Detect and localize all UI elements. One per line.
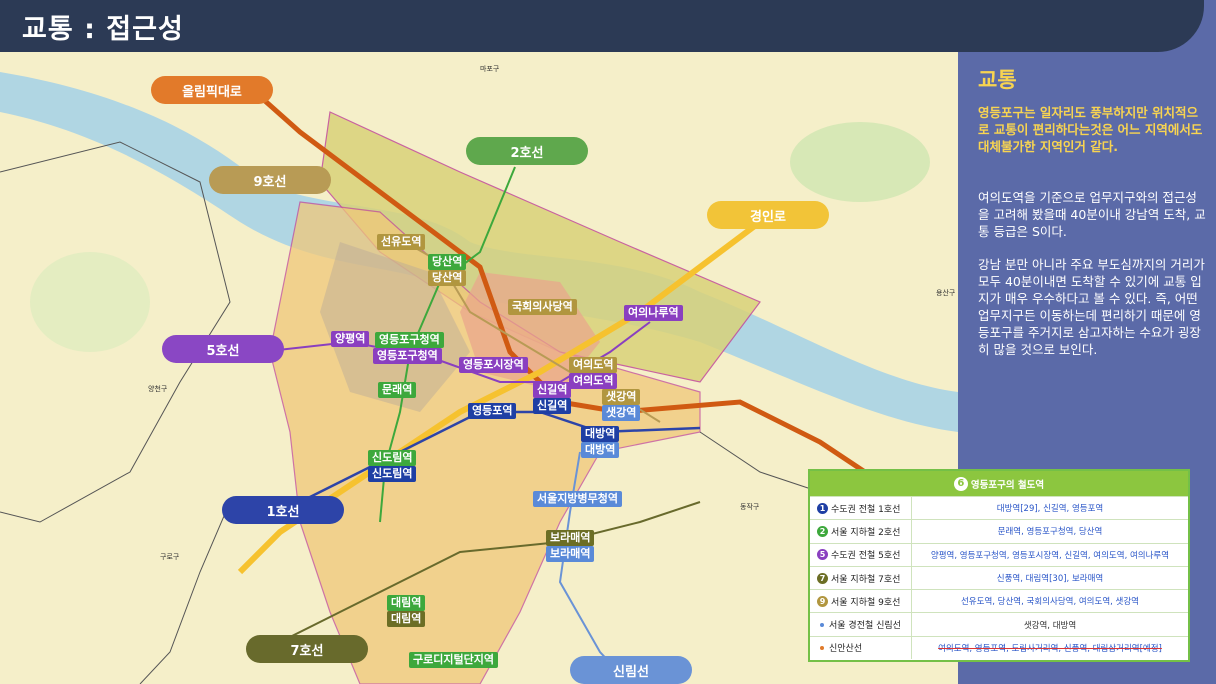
station-label: 당산역 — [428, 270, 467, 286]
station-label: 신도림역 — [368, 466, 417, 482]
station-list: 문래역, 영등포구청역, 당산역 — [997, 527, 1103, 538]
table-body: 1 수도권 전철 1호선 대방역[29], 신길역, 영등포역 2 서울 지하철 2호선… — [810, 496, 1188, 660]
table-header: 6 영등포구의 철도역 — [810, 471, 1188, 496]
line-name: 수도권 전철 5호선 — [831, 551, 901, 562]
railway-station-table: 6 영등포구의 철도역 1 수도권 전철 1호선 대방역[29], 신길역, 영등포… — [808, 469, 1190, 662]
line-name: 서울 경전철 신림선 — [829, 621, 901, 632]
station-label: 보라매역 — [546, 530, 595, 546]
place-label-mapo: 마포구 — [480, 65, 500, 73]
line-name: 서울 지하철 9호선 — [831, 597, 901, 608]
header-bar: 교통 : 접근성 — [0, 0, 1216, 52]
station-label: 신길역 — [533, 398, 572, 414]
route-pill-gyeongin-road: 경인로 — [707, 201, 829, 229]
station-label: 서울지방병무청역 — [533, 491, 622, 507]
table-row-line-label: 1 수도권 전철 1호선 — [810, 497, 912, 520]
route-pill-line-1: 1호선 — [222, 496, 344, 524]
table-row: 7 서울 지하철 7호선 신풍역, 대림역[30], 보라매역 — [810, 565, 1188, 590]
station-label: 영등포역 — [468, 403, 517, 419]
station-label: 여의나루역 — [624, 305, 683, 321]
station-label: 영등포시장역 — [459, 357, 528, 373]
station-list: 여의도역, 영등포역, 도림사거리역, 신풍역, 대림삼거리역[예정] — [938, 643, 1162, 654]
station-label: 대림역 — [387, 611, 426, 627]
sidebar-highlight-text: 영등포구는 일자리도 풍부하지만 위치적으로 교통이 편리하다는것은 어느 지역… — [978, 105, 1203, 154]
station-label: 영등포구청역 — [375, 332, 444, 348]
line-number-badge-icon: 2 — [817, 525, 828, 537]
station-label: 당산역 — [428, 254, 467, 270]
station-label: 국회의사당역 — [508, 299, 577, 315]
station-list: 샛강역, 대방역 — [1023, 620, 1077, 631]
table-row: 신안산선 여의도역, 영등포역, 도림사거리역, 신풍역, 대림삼거리역[예정] — [810, 635, 1188, 660]
place-label-guro: 구로구 — [160, 553, 180, 561]
station-label: 양평역 — [331, 331, 370, 347]
line-name: 수도권 전철 1호선 — [831, 504, 901, 515]
line-number-badge-icon: 7 — [817, 572, 828, 584]
station-label: 신도림역 — [368, 450, 417, 466]
route-pill-line-7: 7호선 — [246, 635, 368, 663]
place-label-dongjak: 동작구 — [740, 503, 760, 511]
table-header-title: 영등포구의 철도역 — [970, 479, 1045, 491]
header-tab: 교통 : 접근성 — [0, 0, 1204, 52]
route-pill-line-9: 9호선 — [209, 166, 331, 194]
route-pill-line-5: 5호선 — [162, 335, 284, 363]
table-row: 9 서울 지하철 9호선 선유도역, 당산역, 국회의사당역, 여의도역, 샛강역 — [810, 589, 1188, 613]
station-list: 대방역[29], 신길역, 영등포역 — [996, 504, 1104, 515]
sidebar-paragraph-1: 여의도역을 기준으로 업무지구와의 접근성을 고려해 봤을때 40분이내 강남역… — [978, 190, 1206, 239]
table-row-line-label: 5 수도권 전철 5호선 — [810, 543, 912, 566]
line-dot-icon — [820, 622, 824, 627]
station-label: 구로디지털단지역 — [409, 652, 498, 668]
station-label: 문래역 — [378, 382, 417, 398]
place-label-yangcheon: 양천구 — [148, 385, 168, 393]
sidebar-paragraph-2: 강남 분만 아니라 주요 부도심까지의 거리가 모두 40분이내면 도착할 수 … — [978, 257, 1205, 357]
table-row: 2 서울 지하철 2호선 문래역, 영등포구청역, 당산역 — [810, 519, 1188, 543]
station-label: 대림역 — [387, 595, 426, 611]
line-name: 서울 지하철 7호선 — [831, 574, 901, 585]
table-row-line-label: 2 서울 지하철 2호선 — [810, 520, 912, 543]
table-row-line-label: 신안산선 — [810, 636, 912, 660]
line-name: 서울 지하철 2호선 — [831, 527, 901, 538]
station-label: 여의도역 — [569, 373, 618, 389]
station-label: 신길역 — [533, 382, 572, 398]
station-label: 보라매역 — [546, 546, 595, 562]
station-label: 선유도역 — [377, 234, 426, 250]
station-label: 여의도역 — [569, 357, 618, 373]
station-list: 신풍역, 대림역[30], 보라매역 — [996, 574, 1104, 585]
line-dot-icon — [820, 645, 824, 650]
line-name: 신안산선 — [829, 644, 863, 655]
station-label: 샛강역 — [602, 389, 641, 405]
table-row-line-label: 9 서울 지하철 9호선 — [810, 590, 912, 613]
route-pill-line-2: 2호선 — [466, 137, 588, 165]
station-label: 영등포구청역 — [373, 348, 442, 364]
page-title: 교통 : 접근성 — [22, 14, 184, 45]
table-header-number-icon: 6 — [953, 476, 968, 491]
table-row: 5 수도권 전철 5호선 양평역, 영등포구청역, 영등포시장역, 신길역, 여의도… — [810, 542, 1188, 566]
table-row-line-label: 서울 경전철 신림선 — [810, 613, 912, 636]
place-label-yongsan: 용산구 — [936, 289, 956, 297]
station-label: 대방역 — [581, 426, 620, 442]
station-label: 대방역 — [581, 442, 620, 458]
station-list: 양평역, 영등포구청역, 영등포시장역, 신길역, 여의도역, 여의나루역 — [930, 550, 1170, 561]
station-label: 샛강역 — [602, 405, 641, 421]
route-pill-sillim-line: 신림선 — [570, 656, 692, 684]
line-number-badge-icon: 5 — [817, 549, 828, 561]
route-pill-olympic-road: 올림픽대로 — [151, 76, 273, 104]
table-row: 서울 경전철 신림선 샛강역, 대방역 — [810, 612, 1188, 636]
table-row-line-label: 7 서울 지하철 7호선 — [810, 566, 912, 590]
sidebar-title: 교통 — [978, 68, 1017, 92]
line-number-badge-icon: 1 — [817, 502, 828, 514]
line-number-badge-icon: 9 — [817, 595, 828, 607]
table-row: 1 수도권 전철 1호선 대방역[29], 신길역, 영등포역 — [810, 496, 1188, 520]
station-list: 선유도역, 당산역, 국회의사당역, 여의도역, 샛강역 — [960, 597, 1140, 608]
